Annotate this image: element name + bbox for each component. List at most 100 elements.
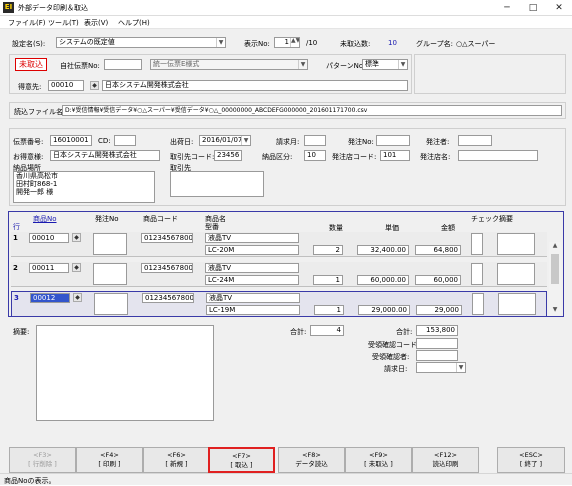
cd-field[interactable] [114,135,136,146]
row-check[interactable] [471,263,483,285]
confirm-code-field[interactable] [416,338,458,349]
row-product-no[interactable]: 00010 [29,233,69,243]
slip-no-field[interactable]: 16010001 [50,135,92,146]
calendar-dropdown-icon[interactable]: ▼ [241,136,250,145]
summary-label: 摘要: [13,328,30,336]
row-product-code[interactable]: 0123456780001 [141,233,193,243]
billing-month-field[interactable] [304,135,326,146]
group-label: グループ名: [416,40,453,48]
info-customer-field[interactable]: 日本システム開発株式会社 [50,150,160,161]
company-slip-field[interactable] [104,59,142,70]
row-product-no[interactable]: 00012 [30,293,70,303]
menu-view[interactable]: 表示(V) [84,18,108,28]
row-order-no[interactable] [93,233,127,255]
table-row-selected[interactable]: 3 00012 ◆ 0123456780003 液晶TV LC-19M 1 29… [11,291,547,317]
col-model: 型番 [205,223,219,231]
maximize-button[interactable]: □ [520,0,546,16]
row-unit-price[interactable]: 32,400.00 [357,245,409,255]
f12-load-print-button[interactable]: <F12> 読込印刷 [412,447,479,473]
table-row[interactable]: 1 00010 ◆ 0123456780001 液晶TV LC-20M 2 32… [11,232,547,257]
esc-exit-button[interactable]: <ESC> [ 終了 ] [497,447,565,473]
menu-help[interactable]: ヘルプ(H) [118,18,150,28]
row-order-no[interactable] [94,293,128,315]
col-product-no[interactable]: 商品No [33,214,57,224]
col-row: 行 [13,223,20,231]
f7-import-button[interactable]: <F7> [ 取込 ] [208,447,275,473]
display-no-label: 表示No: [244,40,270,48]
row-check[interactable] [471,233,483,255]
f4-print-button[interactable]: <F4> [ 印刷 ] [76,447,143,473]
chevron-down-icon[interactable]: ▼ [298,60,307,69]
row-product-code[interactable]: 0123456780002 [141,263,193,273]
f6-new-button[interactable]: <F6> [ 新規 ] [143,447,210,473]
invoice-date-field[interactable]: ▼ [416,362,466,373]
row-amount[interactable]: 64,800 [415,245,461,255]
table-row[interactable]: 2 00011 ◆ 0123456780002 液晶TV LC-24M 1 60… [11,262,547,287]
f8-load-data-button[interactable]: <F8> データ読込 [278,447,345,473]
scroll-down-icon[interactable]: ▼ [549,306,561,315]
invoice-date-label: 請求日: [384,365,408,373]
delivery-div-field[interactable]: 10 [304,150,326,161]
row-product-name[interactable]: 液晶TV [205,233,299,243]
row-model[interactable]: LC-19M [206,305,300,315]
row-model[interactable]: LC-24M [205,275,299,285]
delivery-place-field[interactable]: 香川県高松市 田村町868-1 開発一郎 様 [13,171,155,203]
row-unit-price[interactable]: 29,000.00 [358,305,410,315]
partner-field[interactable] [170,171,264,197]
row-check[interactable] [472,293,484,315]
row-amount[interactable]: 60,000 [415,275,461,285]
pattern-select[interactable]: 標準 ▼ [362,59,408,70]
slip-format-select[interactable]: 統一伝票E様式 ▼ [150,59,308,70]
setting-select[interactable]: システムの既定値 ▼ [56,37,226,48]
order-shop-name-field[interactable] [458,150,538,161]
order-no-field[interactable] [376,135,410,146]
f3-delete-row-button[interactable]: <F3> [ 行削除 ] [9,447,76,473]
customer-name-field[interactable]: 日本システム開発株式会社 [102,80,408,91]
orderer-field[interactable] [458,135,492,146]
minimize-button[interactable]: ─ [494,0,520,16]
order-shop-code-field[interactable]: 101 [380,150,410,161]
f12-key: <F12> [434,451,457,459]
calendar-dropdown-icon[interactable]: ▼ [456,363,465,372]
row-amount[interactable]: 29,000 [416,305,462,315]
row-product-name[interactable]: 液晶TV [206,293,300,303]
summary-field[interactable] [36,325,214,421]
menu-file[interactable]: ファイル(F) [8,18,46,28]
row-model[interactable]: LC-20M [205,245,299,255]
product-lookup-icon[interactable]: ◆ [72,233,81,242]
row-summary[interactable] [498,293,536,315]
row-qty[interactable]: 1 [313,275,343,285]
row-order-no[interactable] [93,263,127,285]
detail-scrollbar[interactable]: ▲ ▼ [549,242,561,316]
confirm-code-label: 受領確認コード: [368,341,420,349]
row-qty[interactable]: 1 [314,305,344,315]
f9-untaken-button[interactable]: <F9> [ 未取込 ] [345,447,412,473]
product-lookup-icon[interactable]: ◆ [73,293,82,302]
partner-code-field[interactable]: 23456 [214,150,242,161]
file-path-field[interactable]: D:¥受信情報¥受信データ¥○△スーパー¥受信データ¥○△_00000000_A… [62,105,562,116]
close-button[interactable]: ✕ [546,0,572,16]
customer-lookup-icon[interactable]: ◆ [90,81,99,90]
scroll-thumb[interactable] [551,254,559,284]
row-summary[interactable] [497,233,535,255]
row-qty[interactable]: 2 [313,245,343,255]
row-unit-price[interactable]: 60,000.00 [357,275,409,285]
confirmer-label: 受領確認者: [372,353,410,361]
row-product-code[interactable]: 0123456780003 [142,293,194,303]
customer-code-field[interactable]: 00010 [48,80,84,91]
menu-tools[interactable]: ツール(T) [48,18,79,28]
f8-key: <F8> [302,451,321,459]
order-no-label: 発注No: [348,138,374,146]
row-product-name[interactable]: 液晶TV [205,263,299,273]
product-lookup-icon[interactable]: ◆ [72,263,81,272]
spinner-arrows-icon[interactable]: ▲▼ [290,38,299,47]
ship-date-field[interactable]: 2016/01/07 ▼ [199,135,251,146]
chevron-down-icon[interactable]: ▼ [398,60,407,69]
row-product-no[interactable]: 00011 [29,263,69,273]
row-summary[interactable] [497,263,535,285]
confirmer-field[interactable] [416,350,458,361]
display-no-spinner[interactable]: 1 ▲▼ [274,37,300,48]
chevron-down-icon[interactable]: ▼ [216,38,225,47]
scroll-up-icon[interactable]: ▲ [549,242,561,251]
detail-grid: 行 商品No 発注No 商品コード 商品名 型番 数量 単価 金額 チェック 摘… [8,211,564,317]
